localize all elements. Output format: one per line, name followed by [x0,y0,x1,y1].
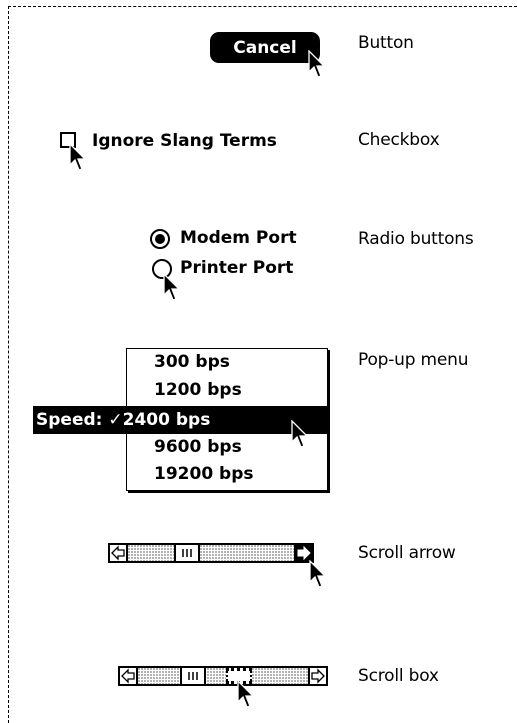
arrow-cursor-icon [237,680,255,708]
arrow-cursor-icon [69,143,87,171]
arrow-cursor-icon [163,273,181,301]
scroll-thumb[interactable] [174,545,200,561]
scroll-arrow-caption: Scroll arrow [358,543,456,563]
radio-modem-label: Modem Port [180,228,297,248]
cancel-button-label: Cancel [233,37,297,58]
arrow-cursor-icon [308,50,326,78]
scrollbar-box-demo[interactable] [118,666,328,686]
scroll-box-caption: Scroll box [358,666,439,686]
scrollbar-arrow-demo[interactable] [108,543,314,563]
menu-selected-text: Speed: ✓2400 bps [36,406,210,434]
arrow-cursor-icon [309,560,327,588]
menu-option-9600[interactable]: 9600 bps [154,437,242,457]
radio-caption: Radio buttons [358,229,474,249]
left-arrow-icon[interactable] [120,668,138,684]
scroll-thumb[interactable] [180,668,206,684]
menu-option-300[interactable]: 300 bps [154,352,230,372]
radio-printer-label: Printer Port [180,258,294,278]
checkbox-caption: Checkbox [358,130,440,150]
radio-modem-port[interactable] [150,229,170,249]
speed-label: Speed: [36,410,103,430]
left-arrow-icon[interactable] [110,545,128,561]
cancel-button[interactable]: Cancel [210,32,320,63]
button-caption: Button [358,33,414,53]
ignore-slang-label: Ignore Slang Terms [92,131,277,151]
menu-option-1200[interactable]: 1200 bps [154,380,242,400]
popup-caption: Pop-up menu [358,350,469,370]
menu-option-2400: ✓2400 bps [108,410,211,430]
right-arrow-icon[interactable] [294,545,312,561]
arrow-cursor-icon [291,420,309,448]
right-arrow-icon[interactable] [308,668,326,684]
menu-option-19200[interactable]: 19200 bps [154,464,254,484]
